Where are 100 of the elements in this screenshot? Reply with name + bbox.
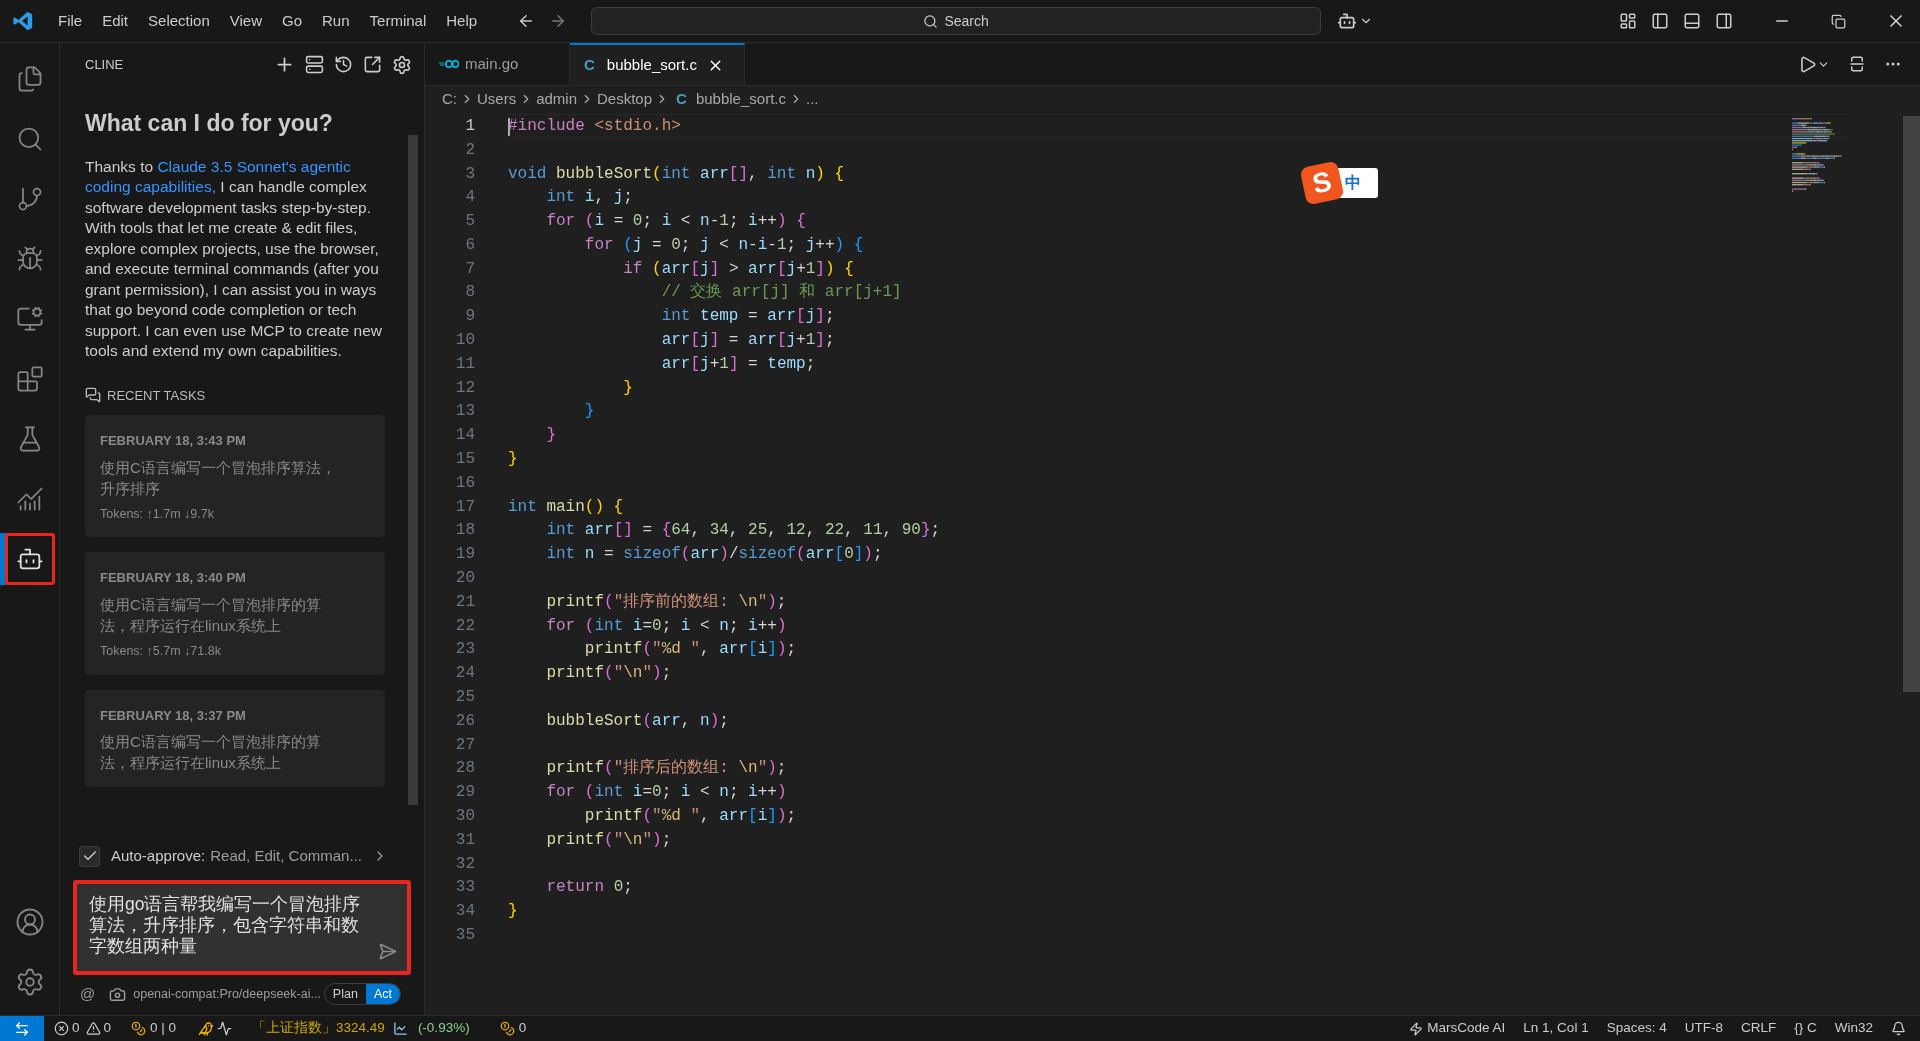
task-text: 使用C语言编写一个冒泡排序算法，升序排序 xyxy=(100,457,337,499)
code-line: for (int i=0; i < n; i++) xyxy=(545,782,787,804)
editor-tab[interactable]: C bubble_sort.c xyxy=(570,43,745,85)
status-item[interactable]: Ln 1, Col 1 xyxy=(1523,1018,1589,1039)
stock-change[interactable]: (-0.93%) xyxy=(417,1018,470,1039)
status-item[interactable]: UTF-8 xyxy=(1684,1018,1723,1039)
warning-count[interactable]: 0 xyxy=(103,1018,112,1039)
code-line: } xyxy=(508,901,518,923)
code-line: int n = sizeof(arr)/sizeof(arr[0]); xyxy=(545,544,883,566)
menu-item[interactable]: Selection xyxy=(138,6,220,36)
line-number: 6 xyxy=(464,234,475,256)
menu-item[interactable]: Terminal xyxy=(359,6,437,36)
panel-left-icon[interactable] xyxy=(1651,12,1669,30)
error-count[interactable]: 0 xyxy=(72,1018,80,1039)
run-icon[interactable] xyxy=(1798,54,1817,74)
bug-icon xyxy=(15,245,44,273)
line-number: 31 xyxy=(454,829,475,851)
code-line: int temp = arr[j]; xyxy=(660,306,835,328)
coins-icon xyxy=(131,1021,147,1036)
scrollbar[interactable] xyxy=(408,135,418,805)
bell-icon[interactable] xyxy=(1891,1021,1906,1036)
menu-item[interactable]: Edit xyxy=(92,6,139,36)
menu-item[interactable]: File xyxy=(48,6,93,36)
stock-index[interactable]: 「上证指数」3324.49 xyxy=(252,1018,385,1039)
send-icon[interactable] xyxy=(378,942,397,961)
code-line: printf("%d ", arr[i]); xyxy=(583,806,797,827)
panel-bottom-icon[interactable] xyxy=(1683,12,1701,30)
prompt-field[interactable]: 使用go语言帮我编写一个冒泡排序算法，升序排序，包含字符串和数字数组两种量 xyxy=(73,880,411,975)
menu-item[interactable]: Run xyxy=(312,6,360,36)
mention-button[interactable]: @ xyxy=(80,982,96,1006)
status-item[interactable]: MarsCode AI xyxy=(1427,1018,1506,1039)
search-field[interactable]: Search xyxy=(591,7,1322,35)
scrollbar[interactable] xyxy=(1903,116,1920,692)
layout-icon[interactable] xyxy=(1619,12,1637,30)
model-selector[interactable]: openai-compat:Pro/deepseek-ai... xyxy=(133,984,321,1004)
capabilities-link[interactable]: coding capabilities, xyxy=(85,178,216,195)
search-icon xyxy=(923,13,939,29)
line-number: 1 xyxy=(464,115,475,137)
status-item[interactable]: 0 | 0 xyxy=(150,1018,177,1039)
menu-item[interactable]: Help xyxy=(436,6,488,36)
breadcrumb-item[interactable]: Users xyxy=(477,87,517,111)
capabilities-link[interactable]: Claude 3.5 Sonnet's agentic xyxy=(157,157,351,175)
auto-approve-checkbox[interactable] xyxy=(79,845,100,867)
app-logo-icon xyxy=(12,10,34,32)
breadcrumb-item[interactable]: C: xyxy=(442,87,457,111)
line-number: 19 xyxy=(454,544,475,566)
breadcrumb-item[interactable]: bubble_sort.c xyxy=(695,87,786,111)
task-card[interactable]: FEBRUARY 18, 3:37 PM 使用C语言编写一个冒泡排序的算法，程序运行在linux系统上 xyxy=(85,689,385,787)
status-item[interactable]: 0 xyxy=(518,1018,527,1039)
line-number: 10 xyxy=(454,330,475,352)
file-type-icon: C xyxy=(676,87,687,111)
line-number: 35 xyxy=(454,925,475,946)
history-icon[interactable] xyxy=(334,55,353,74)
code-line: if (arr[j] > arr[j+1]) { xyxy=(622,258,854,280)
task-tokens: Tokens: ↑5.7m ↓71.8k xyxy=(100,642,222,660)
breadcrumb-item[interactable]: Desktop xyxy=(597,87,653,111)
camera-icon[interactable] xyxy=(109,985,127,1003)
robot-icon[interactable] xyxy=(1337,11,1358,31)
line-number: 18 xyxy=(454,520,475,542)
auto-approve-value: Read, Edit, Comman... xyxy=(210,845,362,866)
error-icon[interactable] xyxy=(54,1021,69,1036)
task-card[interactable]: FEBRUARY 18, 3:43 PM 使用C语言编写一个冒泡排序算法，升序排序 Tokens: ↑1.7m ↓9.7k xyxy=(85,415,385,538)
chart-icon xyxy=(15,485,44,513)
status-item[interactable]: Win32 xyxy=(1834,1018,1873,1039)
task-card[interactable]: FEBRUARY 18, 3:40 PM 使用C语言编写一个冒泡排序的算法，程序运行在linux系统上 Tokens: ↑5.7m ↓71.8k xyxy=(85,552,385,675)
line-number: 12 xyxy=(454,377,475,399)
task-text: 使用C语言编写一个冒泡排序的算法，程序运行在linux系统上 xyxy=(100,594,322,636)
text-cursor xyxy=(508,118,510,136)
remote-button[interactable] xyxy=(0,1016,44,1041)
breadcrumb-item[interactable]: admin xyxy=(536,87,578,111)
ime-indicator[interactable]: S 中 xyxy=(1303,164,1378,202)
pulse-icon[interactable] xyxy=(217,1021,233,1036)
auto-approve-label[interactable]: Auto-approve: xyxy=(111,844,206,868)
settings-icon[interactable] xyxy=(392,54,412,75)
mode-option[interactable]: Act xyxy=(365,983,400,1005)
task-date: FEBRUARY 18, 3:43 PM xyxy=(100,432,247,450)
popout-icon[interactable] xyxy=(363,55,382,74)
mode-option[interactable]: Plan xyxy=(324,983,366,1005)
line-number: 15 xyxy=(454,449,475,471)
bird-icon[interactable] xyxy=(198,1020,215,1037)
chart-icon[interactable] xyxy=(392,1021,408,1036)
code-line: printf("\n"); xyxy=(545,829,672,851)
status-item[interactable]: Spaces: 4 xyxy=(1606,1018,1667,1039)
panel-right-icon[interactable] xyxy=(1715,12,1733,30)
account-icon[interactable] xyxy=(14,907,45,937)
code-line: #include <stdio.h> xyxy=(508,114,1848,138)
server-icon[interactable] xyxy=(305,55,324,74)
line-number: 32 xyxy=(454,853,475,875)
split-icon[interactable] xyxy=(1848,55,1866,73)
line-number: 9 xyxy=(464,306,475,328)
code-line: } xyxy=(545,425,556,447)
status-item[interactable]: {} C xyxy=(1794,1018,1817,1039)
line-number: 4 xyxy=(464,187,475,209)
menu-item[interactable]: Go xyxy=(272,6,312,36)
menu-item[interactable]: View xyxy=(219,6,272,36)
line-number: 21 xyxy=(454,591,475,613)
status-item[interactable]: CRLF xyxy=(1740,1018,1777,1039)
restore-icon[interactable] xyxy=(1831,13,1846,29)
breadcrumb-item[interactable]: ... xyxy=(805,87,819,111)
warning-icon[interactable] xyxy=(85,1021,101,1036)
